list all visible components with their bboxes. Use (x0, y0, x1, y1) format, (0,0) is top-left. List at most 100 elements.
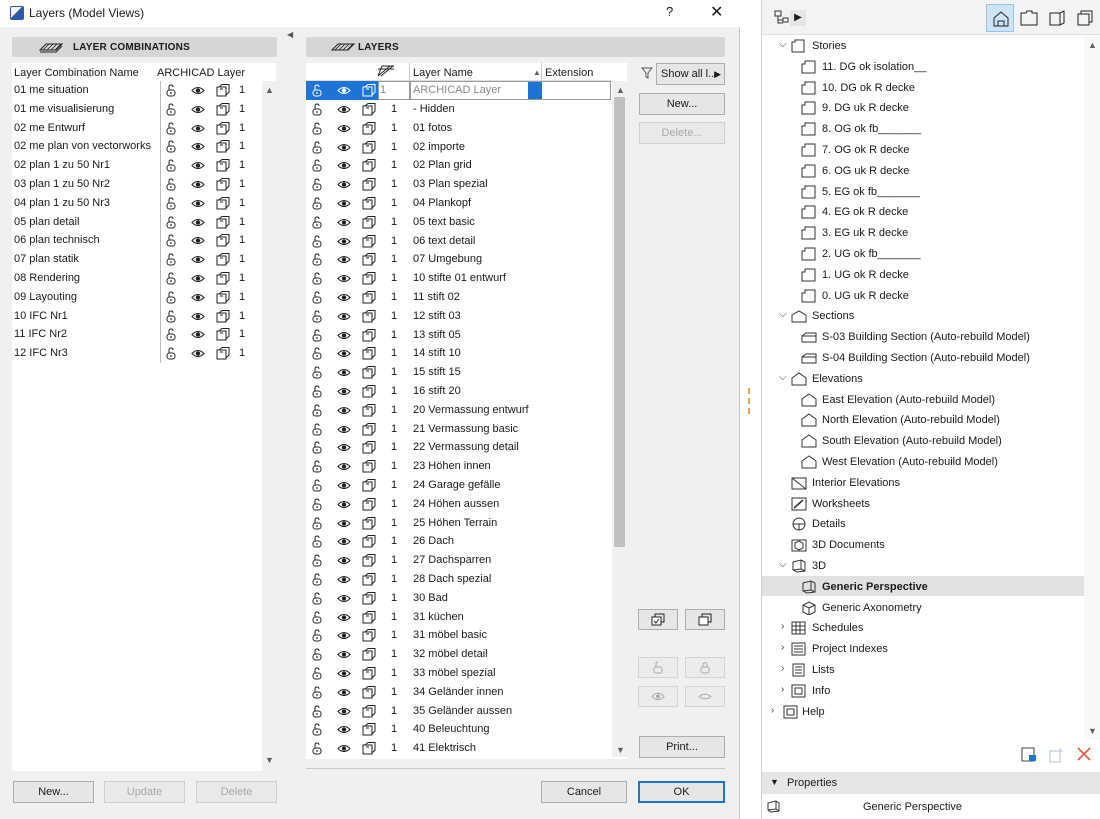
navigator-item[interactable]: Interior Elevations (762, 473, 1082, 493)
properties-header[interactable]: ▼ Properties (762, 772, 1100, 794)
layer-row[interactable]: 1 31 küchen (306, 608, 611, 627)
wireframe-solid-icon[interactable] (216, 140, 230, 153)
layer-row[interactable]: 1 13 stift 05 (306, 326, 611, 345)
visibility-eye-icon[interactable] (337, 329, 351, 342)
col-header-archicad-layer[interactable]: ARCHICAD Layer (157, 67, 245, 79)
scroll-up-arrow[interactable]: ▲ (265, 85, 274, 95)
layout-book-icon[interactable] (1048, 10, 1066, 26)
delete-layer-button[interactable]: Delete... (639, 122, 725, 144)
navigator-item[interactable]: 3D Documents (762, 535, 1082, 555)
navigator-item[interactable]: North Elevation (Auto-rebuild Model) (762, 410, 1082, 430)
lock-status-icon[interactable] (310, 629, 324, 642)
lock-status-icon[interactable] (164, 347, 178, 360)
lock-status-icon[interactable] (310, 441, 324, 454)
visibility-eye-icon[interactable] (191, 328, 205, 341)
visibility-eye-icon[interactable] (191, 122, 205, 135)
layers-scrollbar[interactable]: ▲ ▼ (612, 81, 627, 757)
navigator-item[interactable]: 9. DG uk R decke (762, 98, 1082, 118)
lock-status-icon[interactable] (310, 423, 324, 436)
wireframe-solid-icon[interactable] (362, 347, 376, 360)
wireframe-solid-icon[interactable] (362, 723, 376, 736)
wireframe-solid-icon[interactable] (362, 140, 376, 154)
layer-row[interactable]: 1 25 Höhen Terrain (306, 514, 611, 533)
layer-row[interactable]: 1 40 Beleuchtung (306, 720, 611, 739)
layer-combination-row[interactable]: 06 plan technisch 1 (12, 231, 262, 251)
visibility-eye-icon[interactable] (337, 611, 351, 624)
layer-row[interactable]: 1 - Hidden (306, 100, 611, 119)
layer-row[interactable]: 1 34 Geländer innen (306, 683, 611, 702)
wireframe-solid-icon[interactable] (216, 253, 230, 266)
wireframe-solid-icon[interactable] (362, 554, 376, 567)
layer-combination-row[interactable]: 02 me Entwurf 1 (12, 118, 262, 138)
navigator-item[interactable]: 2. UG ok fb_______ (762, 244, 1082, 264)
layer-combination-row[interactable]: 02 me plan von vectorworks 1 (12, 137, 262, 157)
panel-collapse-handle[interactable]: ◀ (287, 30, 293, 39)
lock-status-icon[interactable] (310, 498, 324, 511)
new-view-icon[interactable] (1020, 746, 1038, 764)
lock-status-icon[interactable] (310, 611, 324, 624)
update-combination-button[interactable]: Update (104, 781, 185, 803)
layer-combination-row[interactable]: 02 plan 1 zu 50 Nr1 1 (12, 156, 262, 176)
visibility-eye-icon[interactable] (191, 253, 205, 266)
lock-status-icon[interactable] (310, 272, 324, 285)
visibility-eye-icon[interactable] (337, 404, 351, 417)
visibility-eye-icon[interactable] (191, 234, 205, 247)
wireframe-solid-icon[interactable] (362, 667, 376, 680)
navigator-item[interactable]: S-03 Building Section (Auto-rebuild Mode… (762, 327, 1082, 347)
layer-row[interactable]: 1 24 Höhen aussen (306, 495, 611, 514)
wireframe-solid-icon[interactable] (362, 309, 376, 323)
help-button[interactable]: ? (666, 4, 673, 19)
lock-status-icon[interactable] (164, 197, 178, 210)
wireframe-solid-icon[interactable] (362, 704, 376, 718)
navigator-item[interactable]: Worksheets (762, 494, 1082, 514)
lock-status-icon[interactable] (164, 103, 178, 116)
lock-status-icon[interactable] (310, 479, 324, 492)
lock-status-icon[interactable] (164, 272, 178, 285)
ok-button[interactable]: OK (638, 781, 725, 803)
navigator-scroll-down-arrow[interactable]: ▼ (1088, 726, 1097, 736)
navigator-item[interactable]: › Info (762, 681, 1082, 701)
lock-status-icon[interactable] (310, 103, 324, 116)
wireframe-solid-icon[interactable] (216, 347, 230, 360)
visibility-eye-icon[interactable] (337, 347, 351, 360)
layer-row[interactable]: 1 33 möbel spezial (306, 664, 611, 683)
layer-row[interactable]: 1 14 stift 10 (306, 344, 611, 363)
navigator-item[interactable]: ⌵ 3D (762, 556, 1082, 576)
visibility-eye-icon[interactable] (337, 629, 351, 642)
layer-row[interactable]: 1 11 stift 02 (306, 288, 611, 307)
layer-combination-row[interactable]: 08 Rendering 1 (12, 269, 262, 288)
wireframe-solid-icon[interactable] (362, 610, 376, 624)
visibility-eye-icon[interactable] (191, 140, 205, 153)
visibility-eye-icon[interactable] (191, 103, 205, 116)
layer-row[interactable]: 1 10 stifte 01 entwurf (306, 269, 611, 288)
lock-status-icon[interactable] (310, 122, 324, 135)
visibility-eye-icon[interactable] (191, 159, 205, 172)
lock-status-icon[interactable] (310, 347, 324, 360)
chevron-right-icon[interactable]: › (781, 663, 784, 674)
close-button[interactable]: ✕ (710, 2, 723, 22)
visibility-eye-icon[interactable] (337, 573, 351, 586)
layer-row[interactable]: 1 31 möbel basic (306, 626, 611, 645)
lock-status-icon[interactable] (164, 178, 178, 191)
visibility-eye-icon[interactable] (337, 272, 351, 285)
deselect-layers-button[interactable] (685, 609, 725, 630)
navigator-item[interactable]: › Schedules (762, 618, 1082, 638)
wireframe-solid-icon[interactable] (362, 403, 376, 417)
lock-status-icon[interactable] (310, 253, 324, 266)
lock-status-icon[interactable] (164, 234, 178, 247)
chevron-down-icon[interactable]: ⌵ (779, 559, 787, 570)
navigator-scroll-up-arrow[interactable]: ▲ (1088, 40, 1097, 50)
layer-row[interactable]: 1 41 Elektrisch (306, 739, 611, 758)
chevron-right-icon[interactable]: › (781, 642, 784, 653)
chevron-right-icon[interactable]: › (781, 621, 784, 632)
wireframe-solid-icon[interactable] (216, 290, 230, 304)
layer-row[interactable]: 1 30 Bad (306, 589, 611, 608)
lock-status-icon[interactable] (164, 122, 178, 135)
lock-status-icon[interactable] (310, 648, 324, 661)
lock-status-icon[interactable] (310, 535, 324, 548)
lock-status-icon[interactable] (310, 310, 324, 323)
layer-row[interactable]: 1 27 Dachsparren (306, 551, 611, 570)
sort-up-icon[interactable]: ▲ (533, 68, 541, 77)
wireframe-solid-icon[interactable] (362, 328, 376, 342)
layer-row[interactable]: 1 24 Garage gefälle (306, 476, 611, 495)
